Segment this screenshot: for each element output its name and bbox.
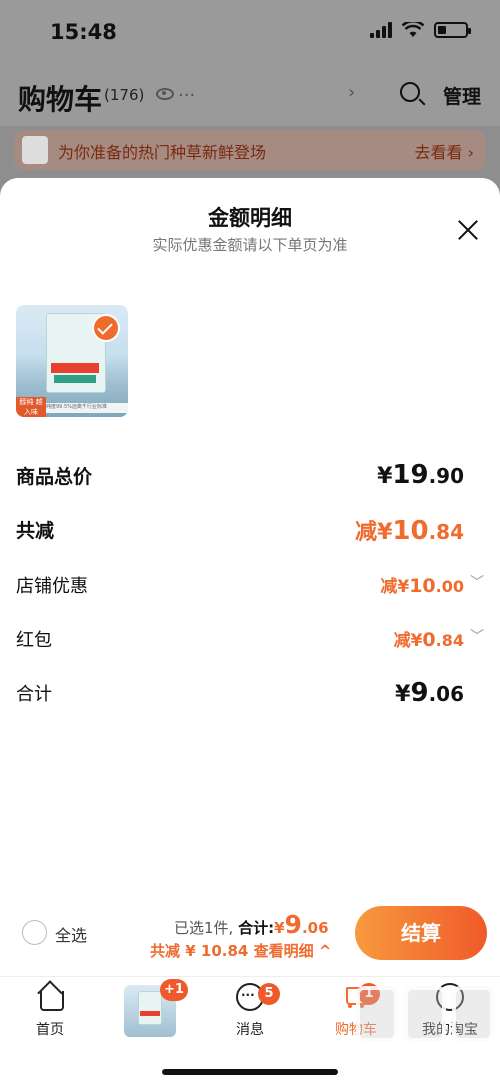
total-reduce-value: 减¥10.84 <box>355 516 464 546</box>
sheet-subtitle: 实际优惠金额请以下单页为准 <box>152 236 348 254</box>
tab-home[interactable]: 首页 <box>10 981 90 1039</box>
watermark-text: zhizhizhi.com <box>370 1050 480 1066</box>
amount-detail-sheet: 金额明细 实际优惠金额请以下单页为准 醇纯 越入味 纯度99.5%远离千行业标准… <box>0 178 500 976</box>
selected-summary: 已选1件, 合计:¥9.06 <box>174 910 329 939</box>
discount-summary[interactable]: 共减 ¥ 10.84 查看明细 ^ <box>150 940 331 961</box>
home-icon <box>37 981 64 1011</box>
checkout-button[interactable]: 结算 <box>355 906 487 960</box>
promo-thumbnail <box>22 136 48 164</box>
home-indicator <box>162 1069 338 1075</box>
goods-total-row: 商品总价 ¥19.90 <box>16 460 484 502</box>
battery-icon <box>434 22 471 38</box>
status-bar: 15:48 <box>0 0 500 62</box>
view-detail-link: 查看明细 ^ <box>253 942 332 960</box>
select-all-label[interactable]: 全选 <box>55 922 87 946</box>
messages-badge: 5 <box>258 983 280 1005</box>
sum-value: ¥9.06 <box>395 678 464 708</box>
manage-button[interactable]: 管理 <box>443 82 481 109</box>
cart-count: (176) <box>104 86 145 104</box>
watermark: zhizhizhi.com <box>350 980 500 1080</box>
goods-total-value: ¥19.90 <box>377 460 464 490</box>
status-time: 15:48 <box>50 20 117 44</box>
cart-header: 购物车 (176) ... › 管理 <box>0 62 500 126</box>
eye-icon[interactable] <box>156 88 174 100</box>
promo-banner[interactable]: 为你准备的热门种草新鲜登场 去看看 › <box>14 130 486 170</box>
red-packet-row[interactable]: 红包 减¥0.84 ﹀ <box>16 626 484 666</box>
wifi-icon <box>402 22 424 37</box>
shop-discount-row[interactable]: 店铺优惠 减¥10.00 ﹀ <box>16 572 484 612</box>
thumbnail-badge: +1 <box>160 979 188 1001</box>
product-tag: 醇纯 越入味 <box>16 397 46 417</box>
close-icon[interactable] <box>456 218 480 242</box>
address-text[interactable]: ... <box>178 80 195 101</box>
chevron-down-icon[interactable]: ﹀ <box>470 626 484 646</box>
checkout-bar: 全选 已选1件, 合计:¥9.06 共减 ¥ 10.84 查看明细 ^ 结算 <box>0 900 500 974</box>
chevron-down-icon[interactable]: ﹀ <box>470 572 484 592</box>
chevron-right-icon[interactable]: › <box>348 82 355 103</box>
select-all-radio[interactable] <box>22 920 47 945</box>
product-strip-text: 纯度99.5%远离千行业标准 <box>46 403 128 413</box>
promo-text: 为你准备的热门种草新鲜登场 <box>58 143 267 162</box>
red-packet-label: 红包 <box>16 630 52 651</box>
page-title: 购物车 <box>18 83 103 116</box>
goods-total-label: 商品总价 <box>16 466 93 488</box>
shop-discount-value: 减¥10.00 <box>380 575 464 597</box>
sheet-title: 金额明细 <box>208 206 292 230</box>
red-packet-value: 减¥0.84 <box>393 629 464 651</box>
sum-row: 合计 ¥9.06 <box>16 678 484 720</box>
shop-discount-label: 店铺优惠 <box>16 576 88 597</box>
signal-icon <box>370 22 392 38</box>
search-icon[interactable] <box>400 82 420 102</box>
sum-label: 合计 <box>16 684 52 705</box>
checked-icon[interactable] <box>92 314 120 342</box>
promo-link[interactable]: 去看看 › <box>415 139 475 163</box>
status-icons <box>370 22 471 38</box>
total-reduce-label: 共减 <box>16 520 55 542</box>
total-reduce-row: 共减 减¥10.84 <box>16 516 484 556</box>
